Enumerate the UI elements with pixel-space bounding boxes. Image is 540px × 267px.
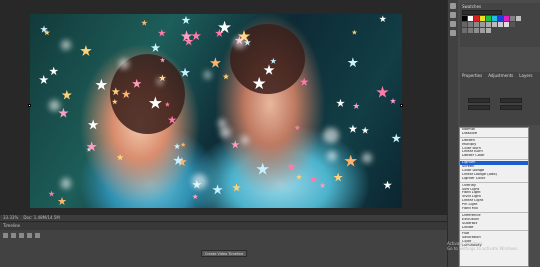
timeline-panel: Timeline Create Video Timeline [0, 221, 447, 267]
sparkle-star [348, 124, 358, 133]
sparkle-star [309, 175, 318, 183]
sparkle-star [383, 180, 392, 189]
sparkle-star [157, 28, 166, 37]
menu-separator [460, 229, 528, 232]
doc-size: Doc: 1.48M/14.5M [23, 215, 60, 220]
watermark-text: Go to Settings to activate Windows. [447, 246, 519, 251]
tab-adjustments[interactable]: Adjustments [486, 72, 513, 79]
bokeh-light [323, 127, 339, 144]
bokeh-light [219, 126, 232, 139]
bokeh-light [61, 178, 72, 189]
sparkle-star [48, 190, 55, 197]
sparkle-star [173, 142, 181, 150]
sparkle-star [376, 85, 389, 98]
sparkle-star [181, 15, 191, 25]
character-icon[interactable] [450, 21, 456, 27]
sparkle-star [379, 15, 387, 23]
tab-properties[interactable]: Properties [460, 72, 482, 79]
document-workspace [0, 0, 447, 215]
sparkle-star [361, 126, 369, 134]
history-icon[interactable] [450, 3, 456, 9]
menu-separator [460, 158, 528, 161]
bokeh-light [234, 36, 246, 49]
menu-separator [460, 181, 528, 183]
properties-panel: Properties Adjustments Layers [460, 72, 540, 125]
sparkle-star [61, 89, 72, 100]
x-field[interactable] [500, 98, 522, 103]
sparkle-star [141, 19, 148, 26]
bokeh-light [327, 151, 338, 162]
activate-windows-watermark: Activate Windows Go to Settings to activ… [447, 241, 519, 251]
sparkle-star [389, 97, 397, 104]
transform-handle-right[interactable] [400, 104, 403, 107]
prev-frame-icon[interactable] [11, 233, 16, 238]
bokeh-light [119, 59, 129, 69]
sparkle-star [80, 44, 92, 56]
next-frame-icon[interactable] [27, 233, 32, 238]
sparkle-star [222, 73, 230, 80]
sparkle-star [38, 74, 49, 84]
sparkle-star [58, 107, 69, 118]
play-icon[interactable] [19, 233, 24, 238]
sparkle-star [299, 77, 309, 86]
sparkle-star [116, 153, 124, 161]
photoshop-window: 33.33% Doc: 1.48M/14.5M Timeline Create … [0, 0, 540, 267]
bokeh-light [191, 173, 208, 190]
sparkle-star [319, 182, 326, 189]
bokeh-light [203, 71, 212, 79]
sparkle-star [212, 184, 223, 195]
y-field[interactable] [500, 105, 522, 110]
sparkle-star [256, 162, 270, 175]
sparkle-star [333, 172, 343, 182]
width-field[interactable] [468, 98, 490, 103]
sparkle-star [391, 133, 402, 143]
sparkle-star [209, 57, 221, 68]
bokeh-light [61, 40, 72, 50]
timeline-title: Timeline [0, 222, 447, 230]
search-input[interactable] [462, 10, 502, 15]
sparkle-star [95, 78, 108, 91]
sparkle-star [286, 162, 296, 171]
bokeh-light [156, 78, 164, 85]
brush-icon[interactable] [450, 12, 456, 18]
audio-icon[interactable] [35, 233, 40, 238]
sparkle-star [296, 174, 302, 180]
height-field[interactable] [468, 105, 490, 110]
create-video-timeline-button[interactable]: Create Video Timeline [201, 250, 247, 257]
sparkle-star [150, 42, 161, 52]
transform-handle-left[interactable] [28, 104, 31, 107]
tab-layers[interactable]: Layers [517, 72, 532, 79]
tab-swatches[interactable]: Swatches [460, 3, 540, 10]
sparkle-star [49, 66, 59, 76]
sparkle-star [191, 30, 202, 41]
sparkle-star [180, 142, 186, 147]
sparkle-star [232, 183, 241, 192]
menu-separator [460, 211, 528, 213]
sparkle-star [347, 57, 359, 68]
swatches-panel: Swatches [460, 3, 540, 47]
sparkle-star [87, 119, 99, 130]
sparkle-star [351, 29, 358, 35]
sparkle-star [57, 196, 67, 206]
sparkle-star [352, 102, 360, 109]
sparkle-star [192, 193, 199, 200]
paragraph-icon[interactable] [450, 30, 456, 36]
bokeh-light [217, 119, 227, 128]
bokeh-light [362, 153, 372, 164]
menu-separator [460, 136, 528, 138]
zoom-level[interactable]: 33.33% [3, 215, 18, 220]
image-canvas[interactable] [30, 14, 402, 208]
bokeh-light [48, 99, 61, 111]
sparkle-star [344, 154, 358, 167]
bokeh-light [241, 136, 250, 145]
first-frame-icon[interactable] [3, 233, 8, 238]
sparkle-star [336, 98, 345, 107]
panel-icon-bar [448, 0, 458, 267]
sparkle-star [231, 140, 240, 149]
sparkle-star [294, 124, 301, 131]
